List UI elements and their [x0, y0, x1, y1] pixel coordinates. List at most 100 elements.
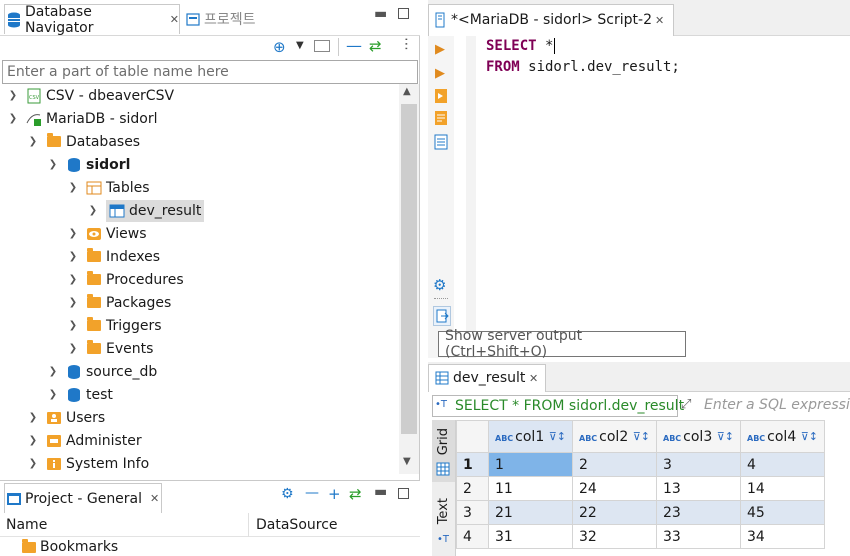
project-row-bookmarks[interactable]: Bookmarks: [22, 538, 118, 555]
table-cell[interactable]: 14: [740, 476, 825, 501]
settings-gear-icon[interactable]: ⚙: [433, 276, 446, 294]
row-number[interactable]: 2: [456, 476, 489, 501]
chevron-down-icon[interactable]: ▼: [296, 40, 304, 51]
tab-dev-result[interactable]: dev_result ✕: [428, 364, 546, 392]
link-with-editor-icon[interactable]: ⇄: [369, 37, 382, 55]
scroll-up-icon[interactable]: ▲: [403, 86, 411, 97]
tab-sql-script[interactable]: *<MariaDB - sidorl> Script-2 ✕: [428, 4, 674, 36]
tree-node-administer[interactable]: ❯ Administer: [26, 429, 142, 452]
tab-database-navigator[interactable]: Database Navigator ✕: [4, 4, 180, 36]
close-icon[interactable]: ✕: [655, 14, 664, 27]
tab-projects[interactable]: 프로젝트: [186, 4, 256, 34]
column-header-col1[interactable]: ABC col1 ⊽↕: [488, 420, 573, 453]
table-cell[interactable]: 2: [572, 452, 657, 477]
view-menu-icon[interactable]: ⋯: [398, 37, 414, 51]
tree-node-triggers[interactable]: ❯ Triggers: [66, 314, 162, 337]
minimize-icon[interactable]: ▬: [374, 484, 387, 500]
chevron-right-icon[interactable]: ❯: [26, 411, 40, 425]
tree-node-views[interactable]: ❯ Views: [66, 222, 147, 245]
expand-icon[interactable]: +: [328, 485, 341, 503]
close-icon[interactable]: ✕: [150, 492, 159, 505]
table-cell[interactable]: 33: [656, 524, 741, 549]
text-view-toggle[interactable]: Text •T: [432, 490, 455, 556]
column-header-name[interactable]: Name: [6, 517, 47, 533]
tree-node-indexes[interactable]: ❯ Indexes: [66, 245, 160, 268]
table-cell[interactable]: 24: [572, 476, 657, 501]
minimize-icon[interactable]: ▬: [374, 6, 387, 22]
chevron-right-icon[interactable]: ❯: [66, 319, 80, 333]
column-header-col3[interactable]: ABC col3 ⊽↕: [656, 420, 741, 453]
table-cell[interactable]: 13: [656, 476, 741, 501]
table-cell[interactable]: 34: [740, 524, 825, 549]
tree-node-mariadb-connection[interactable]: ❯ MariaDB - sidorl: [6, 107, 158, 130]
filter-sort-icon[interactable]: ⊽↕: [549, 430, 566, 443]
chevron-down-icon[interactable]: ❯: [26, 135, 40, 149]
maximize-icon[interactable]: [398, 8, 409, 19]
close-icon[interactable]: ✕: [170, 13, 179, 26]
chevron-right-icon[interactable]: ❯: [66, 273, 80, 287]
expand-filter-icon[interactable]: ⤢: [681, 397, 691, 412]
tree-node-events[interactable]: ❯ Events: [66, 337, 153, 360]
chevron-down-icon[interactable]: ❯: [46, 158, 60, 172]
row-number[interactable]: 1: [456, 452, 489, 477]
chevron-right-icon[interactable]: ❯: [66, 250, 80, 264]
tab-project-general[interactable]: Project - General ✕: [4, 483, 162, 513]
collapse-all-icon[interactable]: —: [346, 36, 362, 55]
tree-node-csv-connection[interactable]: ❯ CSV CSV - dbeaverCSV: [6, 84, 174, 107]
link-icon[interactable]: ⇄: [349, 485, 362, 503]
chevron-right-icon[interactable]: ❯: [26, 457, 40, 471]
tree-node-dev-result[interactable]: ❯ dev_result: [86, 199, 205, 222]
table-cell[interactable]: 22: [572, 500, 657, 525]
table-cell[interactable]: 3: [656, 452, 741, 477]
execute-statement-icon[interactable]: ▶: [435, 42, 445, 57]
chevron-down-icon[interactable]: ❯: [6, 112, 20, 126]
row-number[interactable]: 4: [456, 524, 489, 549]
settings-gear-icon[interactable]: ⚙: [281, 486, 294, 502]
filter-sort-icon[interactable]: ⊽↕: [717, 430, 734, 443]
table-cell[interactable]: 23: [656, 500, 741, 525]
tree-node-users[interactable]: ❯ Users: [26, 406, 105, 429]
tree-node-packages[interactable]: ❯ Packages: [66, 291, 171, 314]
filter-sort-icon[interactable]: ⊽↕: [633, 430, 650, 443]
scroll-down-icon[interactable]: ▼: [403, 456, 411, 467]
filter-sort-icon[interactable]: ⊽↕: [801, 430, 818, 443]
query-text-box[interactable]: •T SELECT * FROM sidorl.dev_result: [432, 395, 684, 417]
show-server-output-icon[interactable]: [433, 306, 451, 326]
load-execution-plan-icon[interactable]: [434, 134, 448, 150]
chevron-right-icon[interactable]: ❯: [6, 89, 20, 103]
tree-node-sidorl-db[interactable]: ❯ sidorl: [46, 153, 131, 176]
chevron-right-icon[interactable]: ❯: [46, 365, 60, 379]
tree-node-databases[interactable]: ❯ Databases: [26, 130, 140, 153]
chevron-right-icon[interactable]: ❯: [86, 204, 100, 218]
new-connection-icon[interactable]: ⊕: [273, 38, 286, 56]
sql-editor[interactable]: [454, 36, 850, 358]
tree-node-procedures[interactable]: ❯ Procedures: [66, 268, 184, 291]
maximize-icon[interactable]: [398, 488, 409, 499]
explain-plan-icon[interactable]: [434, 110, 448, 126]
chevron-right-icon[interactable]: ❯: [46, 388, 60, 402]
table-cell[interactable]: 31: [488, 524, 573, 549]
chevron-right-icon[interactable]: ❯: [26, 434, 40, 448]
table-cell[interactable]: 32: [572, 524, 657, 549]
table-cell[interactable]: 45: [740, 500, 825, 525]
table-cell[interactable]: 1: [488, 452, 573, 477]
column-header-col4[interactable]: ABC col4 ⊽↕: [740, 420, 825, 453]
tree-node-system-info[interactable]: ❯ System Info: [26, 452, 149, 475]
table-cell[interactable]: 4: [740, 452, 825, 477]
collapse-icon[interactable]: —: [305, 485, 319, 501]
tree-node-test-db[interactable]: ❯ test: [46, 383, 113, 406]
chevron-right-icon[interactable]: ❯: [66, 227, 80, 241]
chevron-down-icon[interactable]: ❯: [66, 181, 80, 195]
table-cell[interactable]: 11: [488, 476, 573, 501]
scrollbar-thumb[interactable]: [401, 104, 417, 434]
close-icon[interactable]: ✕: [529, 372, 538, 385]
execute-script-icon[interactable]: [434, 88, 448, 104]
grid-view-toggle[interactable]: Grid: [432, 420, 455, 482]
row-number[interactable]: 3: [456, 500, 489, 525]
tree-node-tables[interactable]: ❯ Tables: [66, 176, 150, 199]
chevron-right-icon[interactable]: ❯: [66, 342, 80, 356]
table-cell[interactable]: 21: [488, 500, 573, 525]
table-filter-input[interactable]: [2, 60, 418, 84]
chevron-right-icon[interactable]: ❯: [66, 296, 80, 310]
column-header-col2[interactable]: ABC col2 ⊽↕: [572, 420, 657, 453]
